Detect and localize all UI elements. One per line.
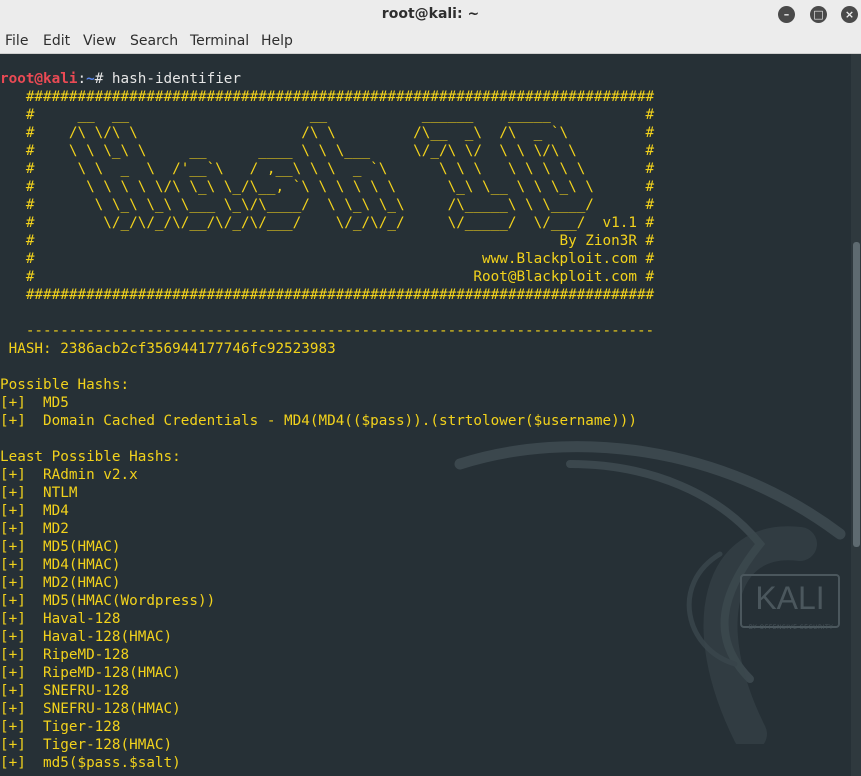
close-icon[interactable]: × (841, 6, 858, 23)
menu-file[interactable]: File (5, 33, 28, 49)
least-possible-item: [+] MD4(HMAC) (0, 557, 121, 573)
menu-view[interactable]: View (83, 33, 116, 49)
banner-line: ########################################… (0, 287, 655, 303)
banner-line: # By Zion3R # (0, 233, 655, 249)
least-possible-item: [+] MD5(HMAC) (0, 539, 121, 555)
least-possible-item: [+] MD4 (0, 503, 69, 519)
least-possible-item: [+] RipeMD-128 (0, 647, 130, 663)
banner-line: # \ \ \ \ \/\ \_\ \_/\__, `\ \ \ \ \ \ \… (0, 179, 655, 195)
banner-line: # Root@Blackploit.com # (0, 269, 655, 285)
banner-line: ########################################… (0, 89, 655, 105)
possible-hash-item: [+] MD5 (0, 395, 69, 411)
window-title: root@kali: ~ (381, 6, 480, 22)
least-possible-item: [+] Haval-128(HMAC) (0, 629, 173, 645)
menu-help[interactable]: Help (261, 33, 293, 49)
prompt-separator: : (77, 71, 87, 87)
prompt-path: ~ (86, 71, 95, 87)
least-possible-item: [+] MD2 (0, 521, 69, 537)
least-possible-item: [+] Haval-128 (0, 611, 121, 627)
menu-search[interactable]: Search (130, 33, 178, 49)
kali-logo-watermark: KALI (740, 574, 840, 628)
prompt-user-host: root@kali (0, 71, 78, 87)
kali-tagline: BY OFFENSIVE SECURITY (748, 624, 834, 631)
banner-line: # \ \ \_\ \ __ ____ \ \ \___ \/_/\ \/ \ … (0, 143, 655, 159)
least-possible-item: [+] Tiger-128 (0, 719, 121, 735)
hash-line: HASH: 2386acb2cf356944177746fc92523983 (0, 341, 336, 357)
possible-hashs-heading: Possible Hashs: (0, 377, 130, 393)
least-possible-item: [+] md5($pass.$salt) (0, 755, 181, 771)
banner-line: # /\ \/\ \ /\ \ /\__ _\ /\ _ `\ # (0, 125, 655, 141)
least-possible-item: [+] MD5(HMAC(Wordpress)) (0, 593, 216, 609)
prompt-symbol: # (94, 71, 112, 87)
banner-line: # www.Blackploit.com # (0, 251, 655, 267)
least-possible-heading: Least Possible Hashs: (0, 449, 181, 465)
title-bar[interactable]: root@kali: ~ – □ × (0, 0, 861, 31)
least-possible-item: [+] RipeMD-128(HMAC) (0, 665, 181, 681)
command-text: hash-identifier (111, 71, 242, 87)
divider-line: ----------------------------------------… (0, 323, 655, 339)
least-possible-item: [+] SNEFRU-128 (0, 683, 130, 699)
banner-line: # \ \_\ \_\ \___ \_\/\____/ \ \_\ \_\ /\… (0, 197, 655, 213)
banner-line: # \ \ _ \ /'__`\ / ,__\ \ \ _ `\ \ \ \ \… (0, 161, 655, 177)
kali-logo-text: KALI (755, 580, 825, 616)
menu-edit[interactable]: Edit (43, 33, 70, 49)
vertical-scrollbar[interactable] (851, 54, 861, 776)
least-possible-item: [+] Tiger-128(HMAC) (0, 737, 173, 753)
terminal-output: root@kali:~# hash-identifier ###########… (0, 70, 654, 772)
minimize-icon[interactable]: – (778, 6, 795, 23)
least-possible-item: [+] NTLM (0, 485, 78, 501)
least-possible-item: [+] SNEFRU-128(HMAC) (0, 701, 181, 717)
least-possible-item: [+] MD2(HMAC) (0, 575, 121, 591)
terminal-pane[interactable]: KALI BY OFFENSIVE SECURITY root@kali:~# … (0, 54, 851, 776)
scrollbar-thumb[interactable] (853, 242, 860, 547)
maximize-icon[interactable]: □ (810, 6, 827, 23)
least-possible-item: [+] RAdmin v2.x (0, 467, 138, 483)
banner-line: # __ __ __ ______ _____ # (0, 107, 655, 123)
menu-terminal[interactable]: Terminal (190, 33, 249, 49)
menu-bar: File Edit View Search Terminal Help (0, 30, 861, 54)
possible-hash-item: [+] Domain Cached Credentials - MD4(MD4(… (0, 413, 637, 429)
banner-line: # \/_/\/_/\/__/\/_/\/___/ \/_/\/_/ \/___… (0, 215, 655, 231)
